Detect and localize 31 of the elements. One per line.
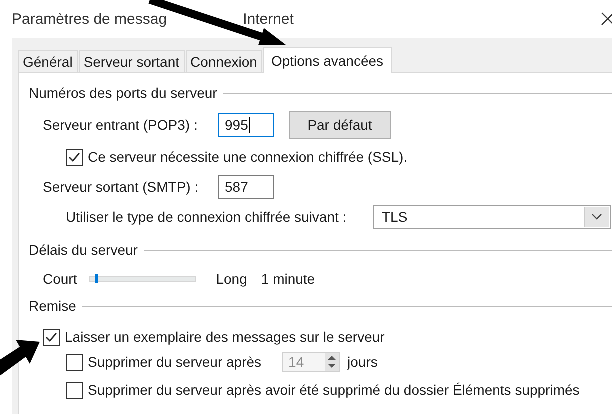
tab[interactable]: Connexion [186, 50, 262, 72]
close-icon[interactable] [600, 11, 612, 27]
checkbox-label: Supprimer du serveur après avoir été supprimé du dossier Éléments supprimés [88, 382, 580, 398]
checkbox-label: Ce serveur nécessite une connexion chiffrée (SSL). [88, 149, 408, 165]
checkbox[interactable] [66, 382, 83, 398]
port-field[interactable]: 995 [218, 113, 274, 137]
tab[interactable]: Options avancées [263, 47, 392, 73]
slider-value: 1 minute [261, 271, 316, 287]
section-heading: Remise [29, 298, 76, 314]
checkbox-label: Laisser un exemplaire des messages sur le serveur [65, 329, 385, 345]
section-heading: Numéros des ports du serveur [29, 85, 218, 101]
port-field[interactable]: 587 [218, 175, 274, 199]
window-title: Internet [243, 10, 294, 28]
window-title: Paramètres de messag [12, 10, 168, 28]
field-label: Serveur sortant (SMTP) : [43, 179, 200, 195]
checkbox-label: Supprimer du serveur après [88, 354, 262, 370]
field-label: Serveur entrant (POP3) : [43, 117, 199, 133]
checkbox[interactable] [66, 148, 83, 166]
encryption-dropdown[interactable]: TLS [373, 205, 611, 229]
tab[interactable]: Général [18, 50, 78, 72]
unit-label: jours [348, 354, 378, 370]
slider-label: Court [43, 271, 78, 287]
field-label: Utiliser le type de connexion chiffrée suivant : [66, 209, 348, 225]
default-button[interactable]: Par défaut [289, 111, 391, 139]
timeout-slider[interactable] [89, 276, 196, 282]
chevron-down-icon [592, 214, 602, 220]
tab[interactable]: Serveur sortant [78, 50, 185, 72]
section-heading: Délais du serveur [29, 242, 138, 258]
arrow-drawing [0, 340, 40, 376]
checkbox[interactable] [43, 328, 60, 346]
slider-label: Long [216, 271, 248, 287]
